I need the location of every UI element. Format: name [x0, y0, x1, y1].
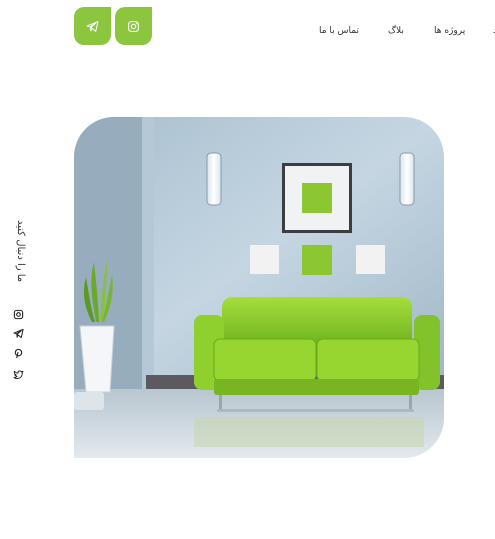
sidebar-twitter-link[interactable]: [12, 368, 24, 380]
instagram-icon: [128, 20, 139, 32]
instagram-icon: [13, 309, 23, 319]
sidebar-telegram-link[interactable]: [12, 327, 24, 339]
telegram-icon: [86, 20, 99, 32]
living-room-illustration: [74, 117, 444, 458]
twitter-icon: [12, 369, 24, 379]
telegram-button[interactable]: [74, 7, 111, 45]
telegram-icon: [12, 328, 24, 338]
nav-item-projects[interactable]: پروژه ها: [434, 24, 465, 38]
nav-item-blog[interactable]: بلاگ: [388, 24, 404, 38]
hero-image: [74, 117, 444, 458]
pinterest-icon: [14, 348, 22, 358]
sidebar-instagram-link[interactable]: [12, 308, 24, 320]
instagram-button[interactable]: [115, 7, 152, 45]
follow-us-label: ما را دنبال کنید: [15, 219, 26, 283]
sidebar-pinterest-link[interactable]: [12, 347, 24, 359]
nav-item-contact[interactable]: تماس با ما: [319, 24, 359, 38]
